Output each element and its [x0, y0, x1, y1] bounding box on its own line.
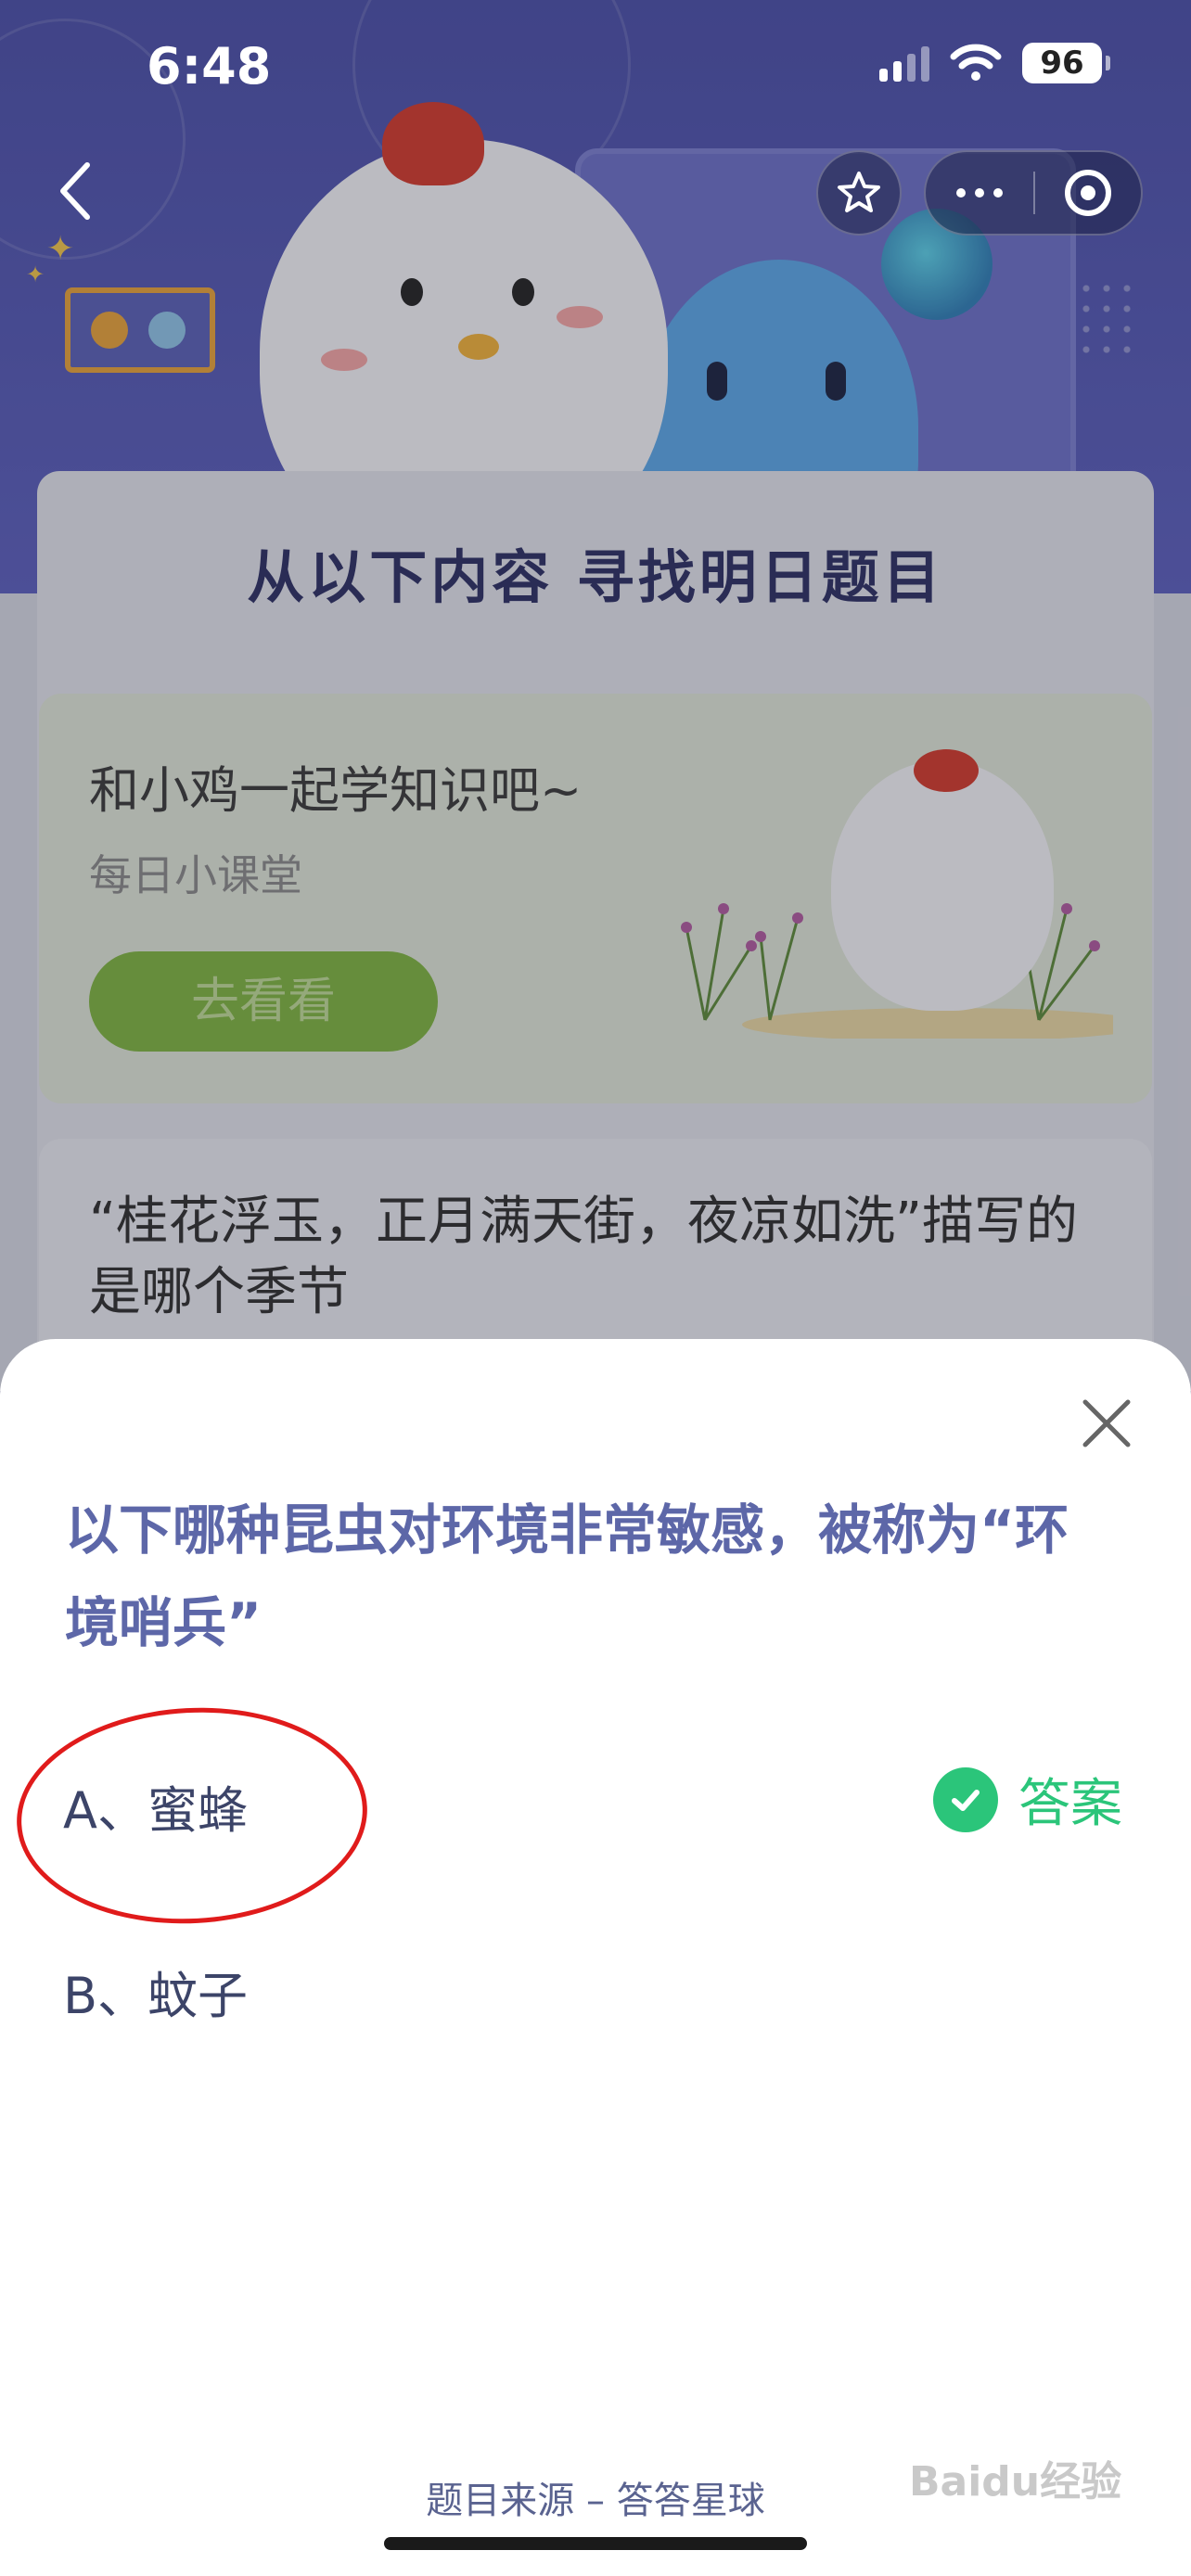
answer-tag: 答案 — [933, 1762, 1122, 1837]
sheet-question: 以下哪种昆虫对环境非常敏感，被称为“环境哨兵” — [65, 1498, 1069, 1654]
check-icon — [933, 1766, 998, 1832]
battery-indicator: 96 — [1022, 43, 1110, 83]
close-icon[interactable] — [1076, 1393, 1137, 1454]
back-arrow-icon[interactable] — [46, 154, 102, 228]
home-indicator[interactable] — [384, 2537, 807, 2550]
miniprogram-capsule — [924, 150, 1143, 236]
wifi-icon — [950, 44, 1002, 81]
favorite-button[interactable] — [816, 150, 902, 236]
close-miniprogram-button[interactable] — [1035, 152, 1141, 234]
baidu-watermark: Baidu经验 — [909, 2458, 1122, 2506]
status-icons: 96 — [879, 43, 1110, 83]
star-icon — [838, 172, 880, 212]
option-b[interactable]: B、蚊子 — [63, 1955, 248, 2028]
more-options-icon[interactable] — [926, 152, 1033, 234]
status-time: 6:48 — [147, 37, 272, 96]
cellular-signal-icon — [879, 45, 929, 82]
target-circle-icon — [1065, 170, 1111, 216]
answer-label: 答案 — [1018, 1774, 1122, 1834]
